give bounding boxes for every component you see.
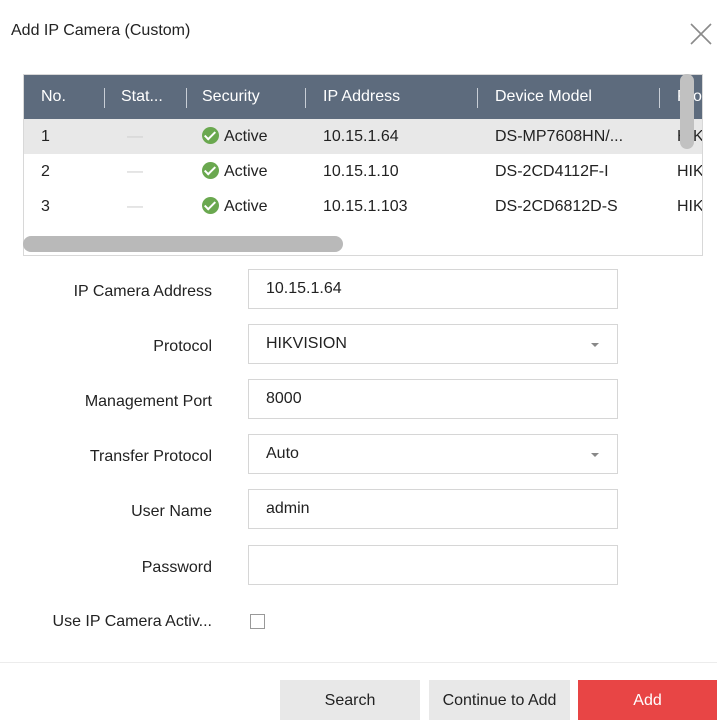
transfer-protocol-label: Transfer Protocol bbox=[89, 448, 212, 465]
search-button[interactable]: Search bbox=[280, 680, 420, 720]
management-port-input[interactable]: 8000 bbox=[248, 379, 618, 419]
continue-to-add-button[interactable]: Continue to Add bbox=[429, 680, 570, 720]
row-security: Active bbox=[202, 154, 268, 189]
column-header-no[interactable]: No. bbox=[41, 75, 101, 119]
row-status: — bbox=[127, 163, 143, 180]
vertical-scrollbar[interactable] bbox=[680, 74, 694, 149]
password-label: Password bbox=[141, 559, 212, 576]
protocol-selected-value: HIKVISION bbox=[266, 335, 347, 352]
close-icon[interactable] bbox=[688, 21, 714, 47]
user-name-input[interactable]: admin bbox=[248, 489, 618, 529]
management-port-label: Management Port bbox=[84, 393, 212, 410]
row-security: Active bbox=[202, 119, 268, 154]
row-status: — bbox=[127, 128, 143, 145]
check-circle-icon bbox=[202, 127, 219, 144]
use-activation-checkbox[interactable] bbox=[250, 614, 265, 629]
row-ip: 10.15.1.10 bbox=[323, 163, 399, 180]
row-ip: 10.15.1.64 bbox=[323, 128, 399, 145]
row-security: Active bbox=[202, 189, 268, 224]
row-model: DS-2CD6812D-S bbox=[495, 198, 618, 215]
row-no: 2 bbox=[41, 163, 50, 180]
row-ip: 10.15.1.103 bbox=[323, 198, 408, 215]
column-header-ip-address[interactable]: IP Address bbox=[323, 75, 463, 119]
check-circle-icon bbox=[202, 162, 219, 179]
ip-camera-address-label: IP Camera Address bbox=[73, 283, 212, 300]
row-no: 1 bbox=[41, 128, 50, 145]
row-protocol: HIK bbox=[677, 198, 702, 215]
row-protocol: HIK bbox=[677, 163, 702, 180]
column-separator[interactable] bbox=[659, 88, 660, 108]
ip-camera-address-input[interactable]: 10.15.1.64 bbox=[248, 269, 618, 309]
use-activation-label: Use IP Camera Activ... bbox=[52, 613, 212, 630]
add-button[interactable]: Add bbox=[578, 680, 717, 720]
check-circle-icon bbox=[202, 197, 219, 214]
horizontal-scrollbar[interactable] bbox=[23, 236, 343, 252]
column-header-status[interactable]: Stat... bbox=[121, 75, 173, 119]
table-row[interactable]: 2 — Active 10.15.1.10 DS-2CD4112F-I HIK bbox=[24, 154, 702, 189]
security-text: Active bbox=[224, 128, 268, 145]
table-row[interactable]: 1 — Active 10.15.1.64 DS-MP7608HN/... HI… bbox=[24, 119, 702, 154]
protocol-label: Protocol bbox=[153, 338, 212, 355]
column-header-security[interactable]: Security bbox=[202, 75, 292, 119]
column-separator[interactable] bbox=[186, 88, 187, 108]
table-header: No. Stat... Security IP Address Device M… bbox=[24, 75, 702, 119]
protocol-select[interactable]: HIKVISION bbox=[248, 324, 618, 364]
column-separator[interactable] bbox=[104, 88, 105, 108]
column-separator[interactable] bbox=[477, 88, 478, 108]
row-no: 3 bbox=[41, 198, 50, 215]
camera-table: No. Stat... Security IP Address Device M… bbox=[23, 74, 703, 256]
password-input[interactable] bbox=[248, 545, 618, 585]
chevron-down-icon[interactable] bbox=[591, 453, 599, 457]
column-separator[interactable] bbox=[305, 88, 306, 108]
footer-divider bbox=[0, 662, 717, 663]
user-name-label: User Name bbox=[131, 503, 212, 520]
row-model: DS-MP7608HN/... bbox=[495, 128, 624, 145]
row-model: DS-2CD4112F-I bbox=[495, 163, 609, 180]
row-status: — bbox=[127, 198, 143, 215]
transfer-protocol-selected-value: Auto bbox=[266, 445, 299, 462]
security-text: Active bbox=[224, 163, 268, 180]
table-row[interactable]: 3 — Active 10.15.1.103 DS-2CD6812D-S HIK bbox=[24, 189, 702, 224]
security-text: Active bbox=[224, 198, 268, 215]
transfer-protocol-select[interactable]: Auto bbox=[248, 434, 618, 474]
column-header-device-model[interactable]: Device Model bbox=[495, 75, 635, 119]
chevron-down-icon[interactable] bbox=[591, 343, 599, 347]
dialog-title: Add IP Camera (Custom) bbox=[11, 22, 191, 39]
